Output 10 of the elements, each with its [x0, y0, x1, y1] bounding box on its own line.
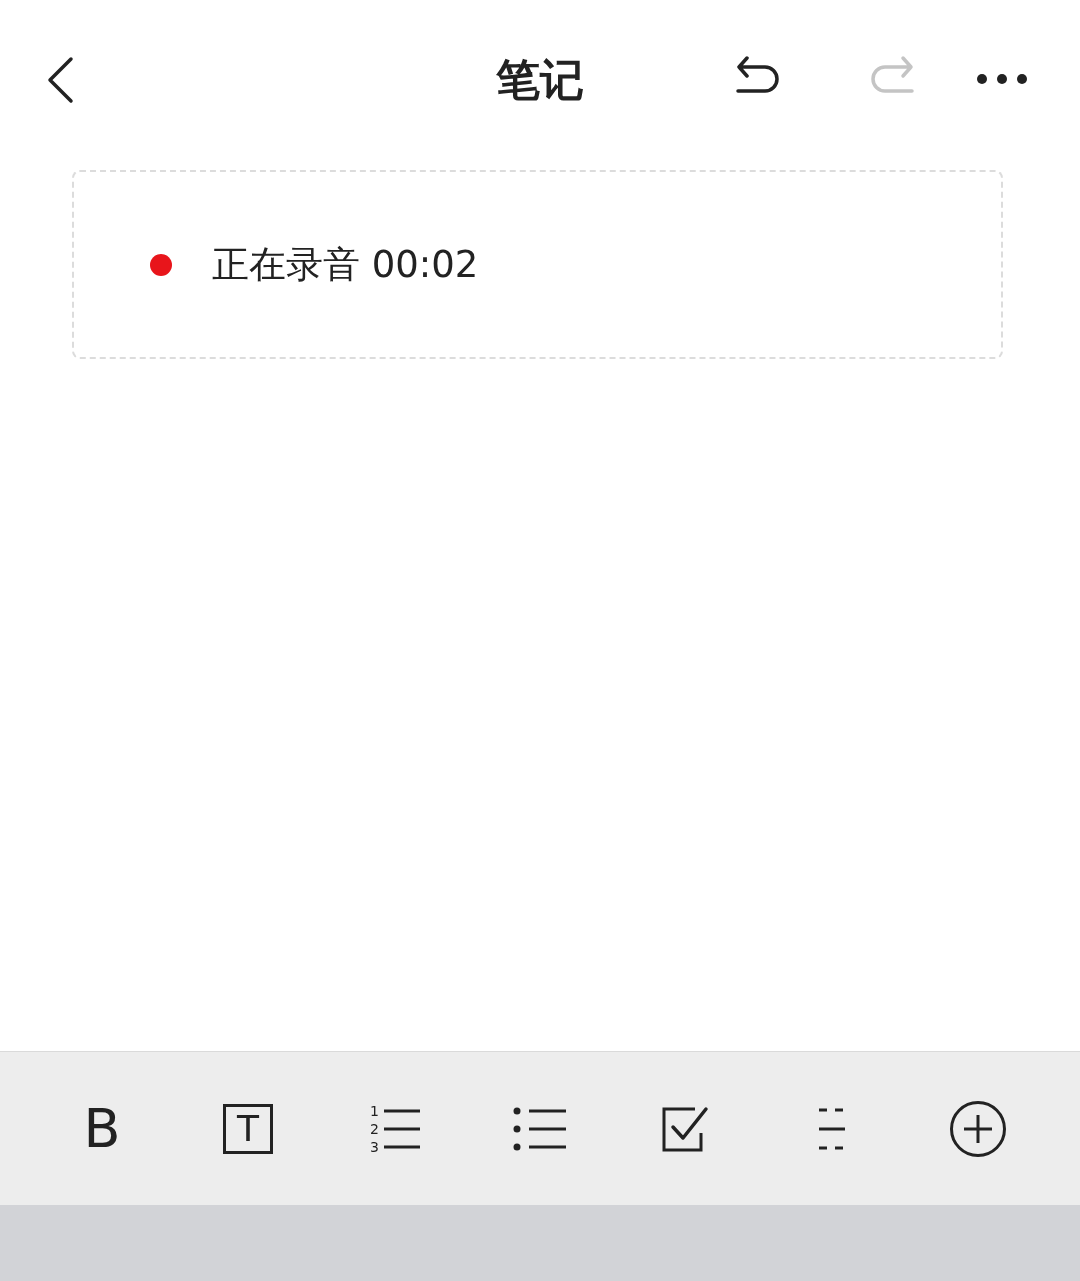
add-icon — [949, 1099, 1007, 1158]
recording-status: 正在录音 00:02 — [212, 241, 479, 288]
bullet-list-icon — [513, 1105, 567, 1152]
more-icon — [976, 73, 1028, 85]
bold-button[interactable]: B — [66, 1092, 138, 1165]
numbered-list-button[interactable]: 1 2 3 — [358, 1092, 430, 1165]
checkbox-icon — [661, 1104, 711, 1153]
back-icon — [45, 56, 75, 104]
page-title: 笔记 — [495, 53, 585, 107]
text-style-button[interactable]: T — [212, 1092, 284, 1165]
